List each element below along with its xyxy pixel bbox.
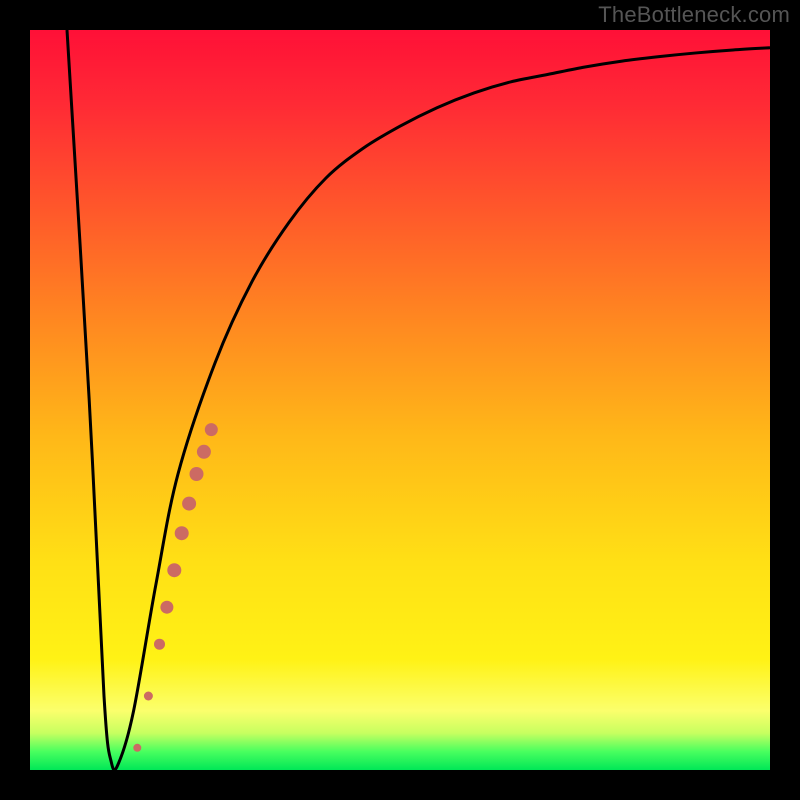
highlight-dot xyxy=(197,445,211,459)
highlight-dots xyxy=(133,423,218,752)
highlight-dot xyxy=(160,601,173,614)
highlight-dot xyxy=(190,467,204,481)
highlight-dot xyxy=(182,497,196,511)
highlight-dots-layer xyxy=(30,30,770,770)
highlight-dot xyxy=(154,639,165,650)
highlight-dot xyxy=(144,692,153,701)
highlight-dot xyxy=(133,744,141,752)
highlight-dot xyxy=(205,423,218,436)
plot-area xyxy=(30,30,770,770)
highlight-dot xyxy=(167,563,181,577)
highlight-dot xyxy=(175,526,189,540)
watermark-label: TheBottleneck.com xyxy=(598,2,790,28)
chart-frame: TheBottleneck.com xyxy=(0,0,800,800)
